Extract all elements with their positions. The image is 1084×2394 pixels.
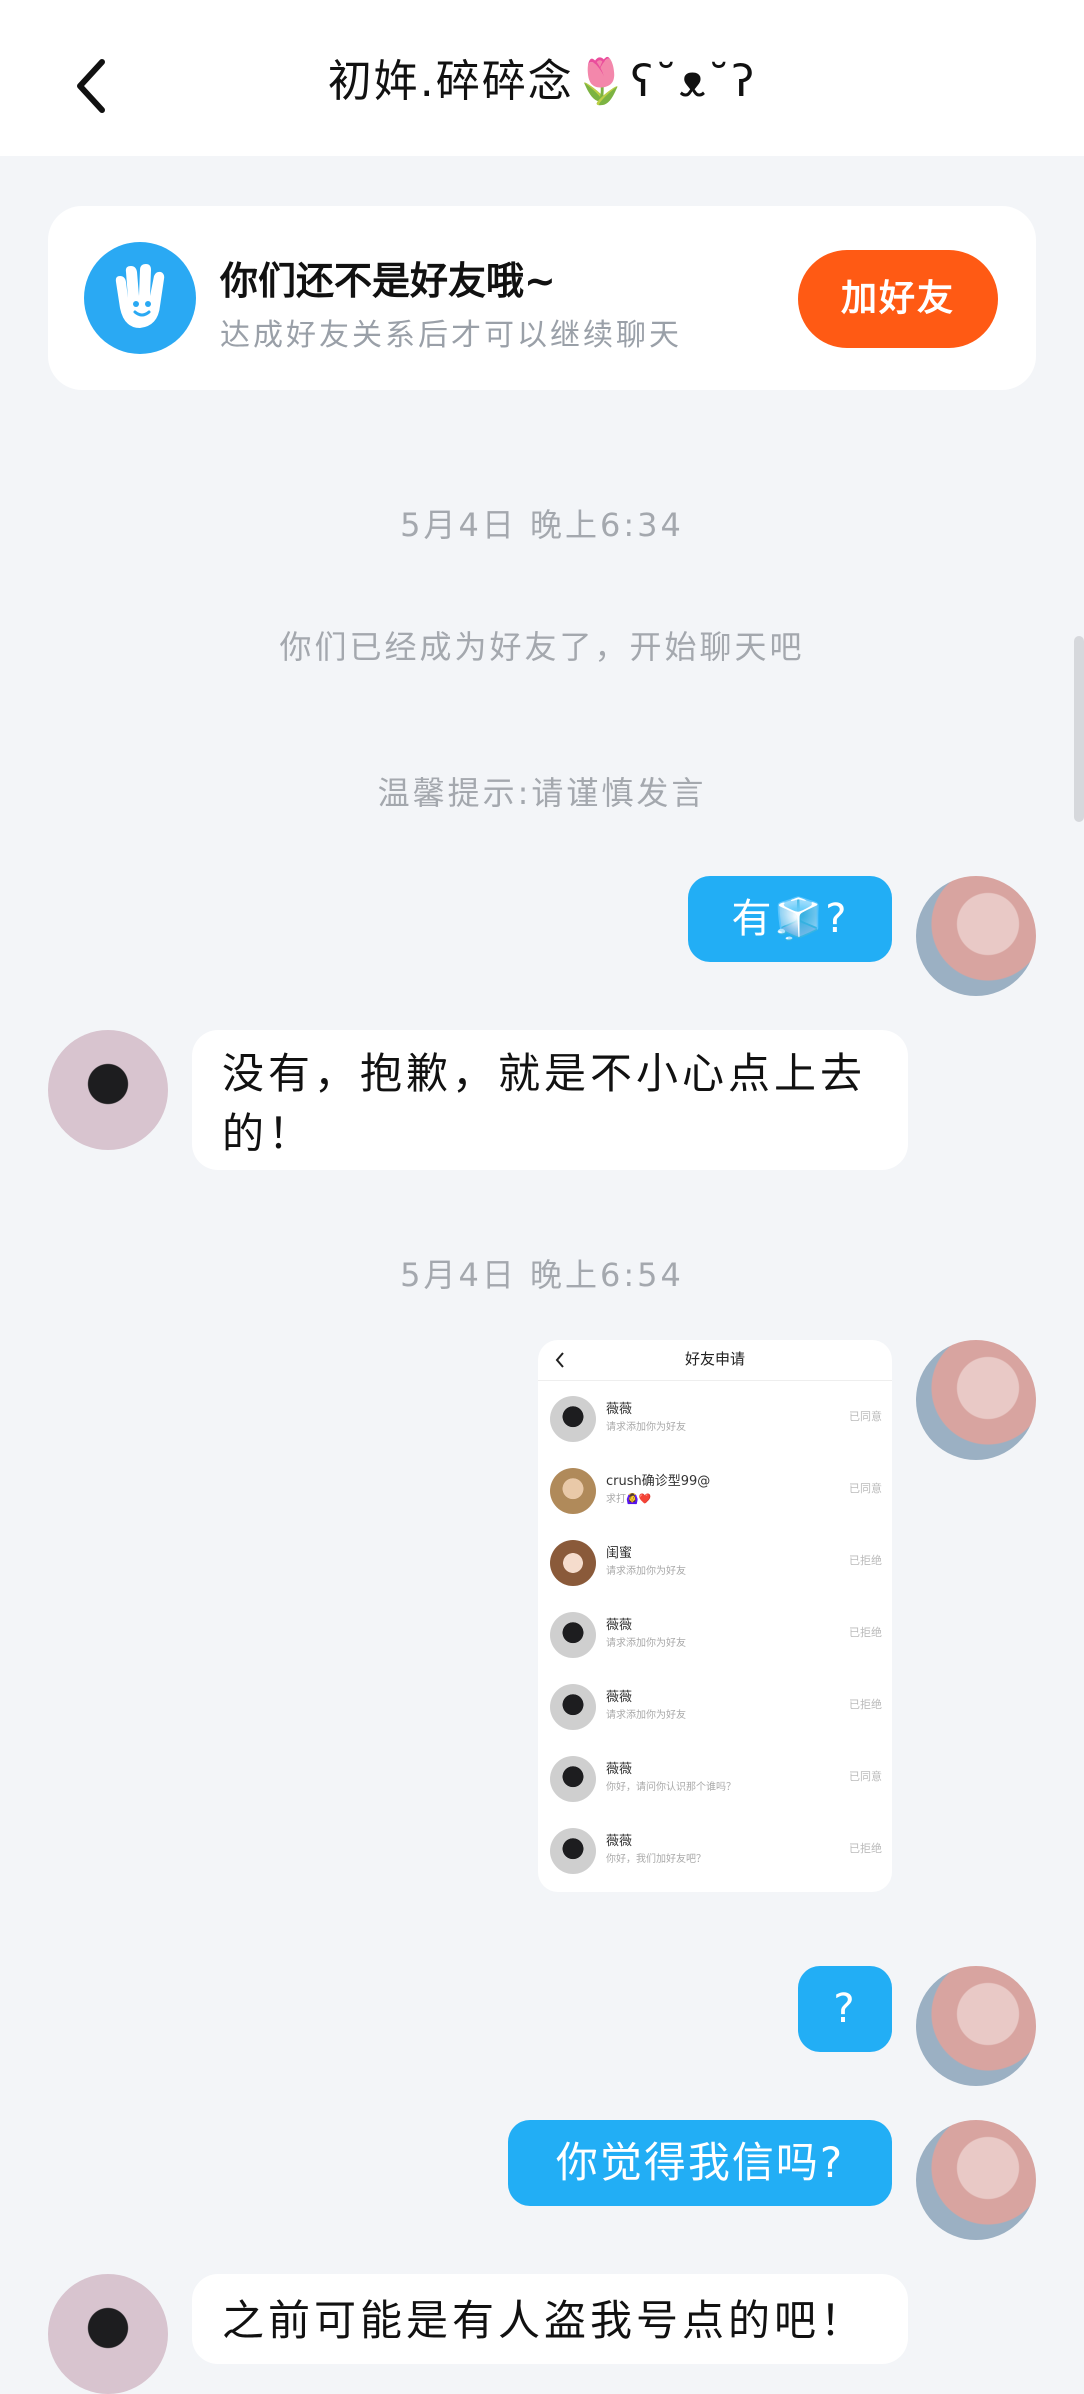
request-status: 已拒绝 (849, 1698, 882, 1711)
top-bar: 初姩.碎碎念🌷ʕ˘ᴥ˘ʔ (0, 0, 1084, 156)
request-status: 已同意 (849, 1770, 882, 1783)
avatar (550, 1612, 596, 1658)
timestamp: 5月4日 晚上6:34 (400, 506, 684, 544)
request-name: crush确诊型99@ (606, 1474, 711, 1489)
list-item: 闺蜜 请求添加你为好友 已拒绝 (538, 1526, 892, 1598)
request-message: 请求添加你为好友 (606, 1710, 686, 1721)
ice-cube-emoji: 🧊 (773, 896, 826, 942)
message-bubble-sent[interactable]: 你觉得我信吗? (508, 2120, 892, 2206)
scrollbar[interactable] (1074, 636, 1084, 822)
chevron-left-icon (77, 59, 105, 113)
screenshot-title: 好友申请 (684, 1350, 745, 1368)
list-item: 薇薇 你好，请问你认识那个谁吗？ 已同意 (538, 1742, 892, 1814)
request-message: 求打🙆‍♀️❤️ (606, 1494, 651, 1505)
request-name: 闺蜜 (606, 1546, 633, 1561)
request-status: 已同意 (849, 1482, 882, 1495)
list-item: 薇薇 请求添加你为好友 已同意 (538, 1382, 892, 1454)
avatar (550, 1828, 596, 1874)
request-message: 请求添加你为好友 (606, 1638, 686, 1649)
list-item: 薇薇 请求添加你为好友 已拒绝 (538, 1598, 892, 1670)
message-text: ? (825, 896, 849, 942)
request-message: 你好，请问你认识那个谁吗？ (606, 1782, 736, 1793)
request-message: 请求添加你为好友 (606, 1422, 686, 1433)
chat-title: 初姩.碎碎念🌷ʕ˘ᴥ˘ʔ (327, 56, 757, 107)
screenshot-image-message[interactable]: 好友申请 薇薇 请求添加你为好友 已同意 crush确诊型99@ 求打🙆‍♀️❤… (538, 1340, 892, 1892)
avatar (550, 1684, 596, 1730)
request-name: 薇薇 (606, 1762, 633, 1777)
my-avatar[interactable] (916, 1340, 1036, 1460)
avatar (550, 1540, 596, 1586)
timestamp: 5月4日 晚上6:54 (400, 1256, 684, 1294)
not-friends-card: 你们还不是好友哦~ 达成好友关系后才可以继续聊天 加好友 (48, 206, 1036, 390)
list-item: 薇薇 你好，我们加好友吧？ 已拒绝 (538, 1814, 892, 1886)
message-bubble-received[interactable]: 没有，抱歉，就是不小心点上去的！ (192, 1030, 908, 1170)
avatar (550, 1396, 596, 1442)
request-name: 薇薇 (606, 1618, 633, 1633)
request-message: 请求添加你为好友 (606, 1566, 686, 1577)
warning-notice: 温馨提示:请谨慎发言 (377, 774, 707, 812)
my-avatar[interactable] (916, 876, 1036, 996)
contact-avatar[interactable] (48, 1030, 168, 1150)
request-message: 你好，我们加好友吧？ (606, 1854, 706, 1865)
friends-notice: 你们已经成为好友了，开始聊天吧 (279, 628, 805, 666)
request-status: 已拒绝 (849, 1626, 882, 1639)
request-status: 已拒绝 (849, 1554, 882, 1567)
message-text: 有 (731, 896, 774, 942)
message-bubble-received[interactable]: 之前可能是有人盗我号点的吧！ (192, 2274, 908, 2364)
not-friends-title: 你们还不是好友哦~ (220, 259, 556, 303)
screenshot-header: 好友申请 (538, 1340, 892, 1381)
my-avatar[interactable] (916, 2120, 1036, 2240)
list-item: 薇薇 请求添加你为好友 已拒绝 (538, 1670, 892, 1742)
request-name: 薇薇 (606, 1690, 633, 1705)
request-status: 已同意 (849, 1410, 882, 1423)
avatar (550, 1468, 596, 1514)
avatar (550, 1756, 596, 1802)
not-friends-subtitle: 达成好友关系后才可以继续聊天 (220, 318, 682, 353)
my-avatar[interactable] (916, 1966, 1036, 2086)
contact-avatar[interactable] (48, 2274, 168, 2394)
request-name: 薇薇 (606, 1402, 633, 1417)
add-friend-button[interactable]: 加好友 (798, 250, 998, 348)
message-bubble-sent[interactable]: 有🧊? (688, 876, 892, 962)
message-bubble-sent[interactable]: ? (798, 1966, 892, 2052)
list-item: crush确诊型99@ 求打🙆‍♀️❤️ 已同意 (538, 1454, 892, 1526)
wave-hand-icon (84, 242, 196, 354)
back-button[interactable] (68, 56, 118, 116)
request-name: 薇薇 (606, 1834, 633, 1849)
request-status: 已拒绝 (849, 1842, 882, 1855)
